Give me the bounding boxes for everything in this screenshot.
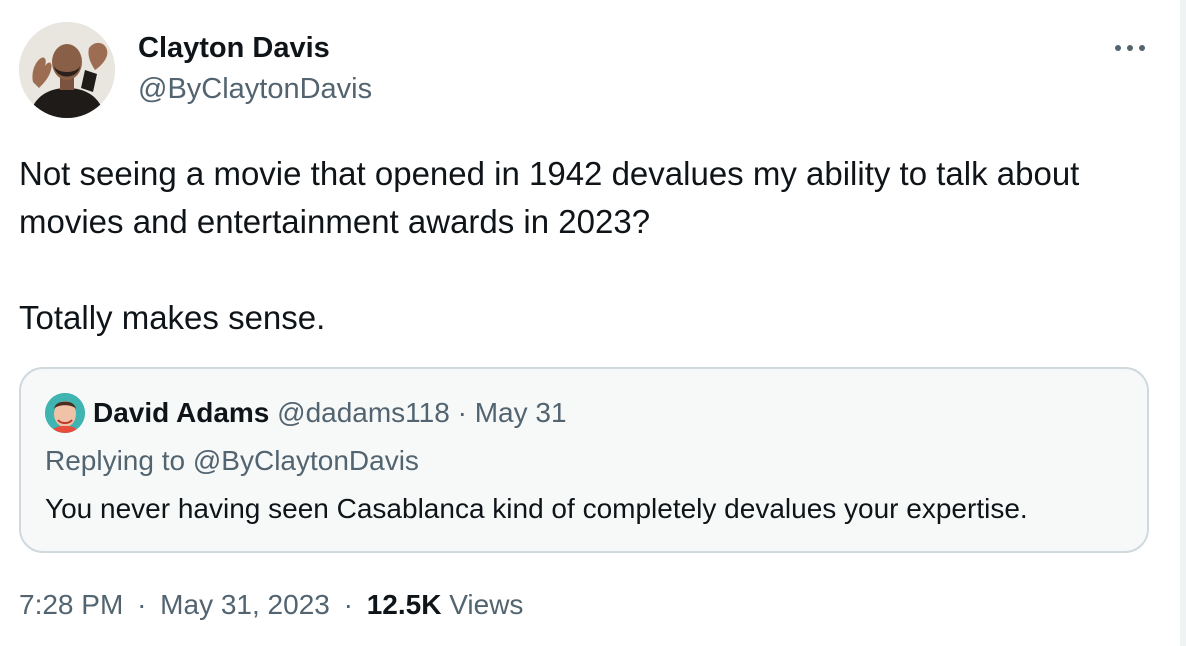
tweet-card: Clayton Davis @ByClaytonDavis Not seeing… [0, 0, 1186, 646]
author-name[interactable]: Clayton Davis [138, 30, 330, 66]
tweet-text-line: movies and entertainment awards in 2023? [19, 203, 651, 240]
quoted-author-name[interactable]: David Adams [93, 397, 269, 428]
more-options-button[interactable] [1108, 30, 1152, 66]
meta-separator: · [137, 589, 147, 620]
more-horizontal-icon [1115, 45, 1145, 51]
scrollbar-edge [1180, 0, 1186, 646]
replying-mention[interactable]: @ByClaytonDavis [193, 445, 419, 476]
tweet-text: Not seeing a movie that opened in 1942 d… [19, 150, 1169, 342]
tweet-time[interactable]: 7:28 PM [19, 589, 123, 620]
meta-separator: · [343, 589, 353, 620]
author-avatar[interactable] [19, 22, 115, 118]
views-label: Views [449, 589, 524, 620]
quoted-separator: · [457, 397, 467, 428]
tweet-meta: 7:28 PM · May 31, 2023 · 12.5K Views [19, 587, 523, 623]
quoted-date[interactable]: May 31 [475, 397, 567, 428]
tweet-text-line: Not seeing a movie that opened in 1942 d… [19, 155, 1080, 192]
quoted-author-handle[interactable]: @dadams118 [277, 397, 450, 428]
replying-prefix: Replying to [45, 445, 186, 476]
quoted-author-avatar[interactable] [45, 393, 85, 433]
quoted-tweet[interactable]: David Adams @dadams118 · May 31 Replying… [19, 367, 1149, 553]
views-count: 12.5K [366, 589, 442, 620]
tweet-date[interactable]: May 31, 2023 [160, 589, 330, 620]
quoted-text: You never having seen Casablanca kind of… [45, 493, 1028, 524]
quoted-replying-to: Replying to @ByClaytonDavis [45, 443, 419, 479]
author-handle[interactable]: @ByClaytonDavis [138, 71, 372, 107]
tweet-text-line: Totally makes sense. [19, 299, 326, 336]
quoted-header: David Adams @dadams118 · May 31 [93, 395, 567, 431]
